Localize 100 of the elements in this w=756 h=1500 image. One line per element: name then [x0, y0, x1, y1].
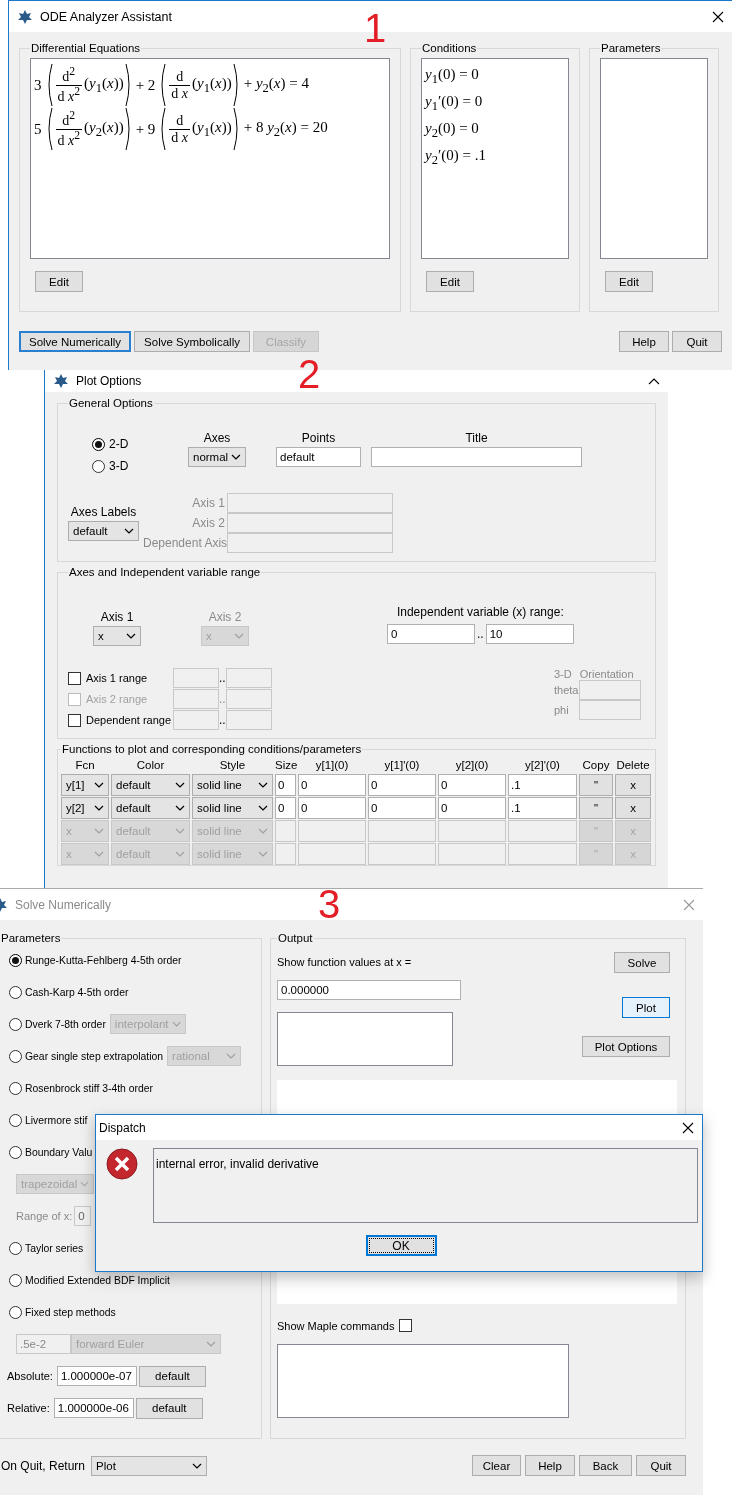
column-header: Color	[135, 758, 166, 773]
input-field[interactable]: .1	[508, 797, 577, 819]
input-field[interactable]	[173, 668, 219, 688]
input-field[interactable]	[579, 700, 641, 720]
dropdown[interactable]: solid line	[192, 774, 273, 796]
radio-button[interactable]: Dverk 7-8th order	[9, 1017, 106, 1031]
input-field[interactable]	[227, 533, 393, 553]
dropdown[interactable]: normal	[188, 447, 246, 467]
chevron-icon[interactable]	[648, 377, 660, 385]
radio-button[interactable]: Rosenbrock stiff 3-4th order	[9, 1081, 154, 1095]
dropdown[interactable]: Plot	[91, 1455, 208, 1476]
input-field[interactable]: 0	[74, 1206, 92, 1226]
input-field[interactable]: 0	[298, 774, 366, 796]
action-button[interactable]: Quit	[636, 1455, 686, 1476]
input-field[interactable]	[227, 513, 393, 533]
caret-icon	[175, 805, 185, 811]
parenthesis-icon	[45, 63, 54, 107]
group-label: Axes and Independent variable range	[68, 566, 262, 578]
fraction-numerator: d$^{2}$	[61, 66, 77, 85]
column-header: Fcn	[74, 758, 96, 773]
copy-button[interactable]: "	[579, 774, 613, 796]
parenthesis-icon	[123, 107, 132, 151]
action-button[interactable]: Solve Symbolically	[134, 331, 250, 352]
dropdown[interactable]: y[1]	[61, 774, 109, 796]
action-button[interactable]: Back	[579, 1455, 632, 1476]
input-field[interactable]	[225, 710, 272, 730]
checkbox[interactable]: Dependent range	[68, 713, 171, 727]
input-field[interactable]	[173, 689, 219, 709]
caret-icon	[126, 633, 136, 639]
fraction-denominator: d x	[169, 128, 191, 145]
input-field[interactable]: 0	[438, 774, 506, 796]
group-label: Parameters	[600, 42, 662, 54]
action-button[interactable]: Clear	[472, 1455, 521, 1476]
window-title: ODE Analyzer Assistant	[40, 9, 172, 24]
caret-icon	[175, 828, 185, 834]
input-field[interactable]: 0	[387, 624, 475, 644]
input-field[interactable]	[225, 689, 272, 709]
radio-button[interactable]: 2-D	[92, 437, 152, 451]
field-label: Independent variable (x) range:	[396, 605, 564, 619]
default-button[interactable]: default	[135, 1397, 203, 1419]
delete-button[interactable]: x	[615, 797, 651, 819]
action-button[interactable]: Help	[619, 331, 669, 352]
input-field[interactable]	[225, 668, 272, 688]
close-icon[interactable]	[712, 10, 724, 23]
dropdown[interactable]: solid line	[192, 797, 273, 819]
checkbox[interactable]: Axis 1 range	[68, 671, 171, 685]
column-header: y[2]'(0)	[524, 758, 561, 773]
dropdown[interactable]: default	[111, 774, 190, 796]
radio-button[interactable]: Fixed step methods	[9, 1305, 116, 1319]
copy-button[interactable]: "	[579, 797, 613, 819]
input-field[interactable]: .1	[508, 774, 577, 796]
math-text: (y$_{1}$(x))	[192, 74, 232, 96]
radio-button[interactable]: Modified Extended BDF Implicit	[9, 1273, 170, 1287]
default-button[interactable]: default	[138, 1365, 206, 1387]
radio-button[interactable]: Taylor series	[9, 1241, 84, 1255]
input-field[interactable]: 0	[368, 797, 436, 819]
action-button[interactable]: Plot	[622, 997, 670, 1018]
action-button[interactable]: Solve Numerically	[19, 331, 131, 352]
math-text: + y$_{2}$(x) = 4	[243, 74, 309, 96]
input-field[interactable]: 0	[438, 797, 506, 819]
field-label: theta	[554, 684, 579, 696]
input-field[interactable]	[173, 710, 219, 730]
dropdown[interactable]: default	[68, 521, 139, 541]
radio-button[interactable]: Gear single step extrapolation	[9, 1049, 164, 1063]
input-field[interactable]	[371, 447, 582, 467]
input-field[interactable]: default	[276, 447, 361, 467]
edit-button[interactable]: Edit	[605, 271, 653, 292]
dropdown[interactable]: y[2]	[61, 797, 109, 819]
edit-button[interactable]: Edit	[426, 271, 474, 292]
input-field[interactable]: 0	[275, 774, 296, 796]
input-field[interactable]: 0	[368, 774, 436, 796]
radio-button[interactable]: Boundary Valu	[9, 1145, 93, 1159]
condition-text: y$_{1}$(0) = 0	[425, 65, 480, 88]
dropdown[interactable]: x	[93, 626, 141, 646]
radio-button[interactable]: Cash-Karp 4-5th order	[9, 985, 129, 999]
input-field[interactable]: 1.000000e-07	[56, 1366, 137, 1386]
input-field[interactable]	[227, 493, 393, 513]
radio-button[interactable]: Livermore stif	[9, 1113, 88, 1127]
input-field[interactable]: 0	[298, 797, 366, 819]
action-button[interactable]: Help	[525, 1455, 575, 1476]
fraction-numerator: d	[175, 113, 185, 129]
action-button[interactable]: Quit	[672, 331, 722, 352]
ok-button[interactable]: OK	[365, 1235, 437, 1256]
dropdown[interactable]: default	[111, 797, 190, 819]
delete-button[interactable]: x	[615, 774, 651, 796]
parenthesis-icon	[45, 107, 54, 151]
input-field[interactable]	[579, 680, 641, 700]
input-field[interactable]: 1.000000e-06	[53, 1398, 134, 1418]
input-field[interactable]: 10	[485, 624, 574, 644]
action-button[interactable]: Solve	[614, 952, 670, 973]
caret-icon	[234, 633, 244, 639]
radio-button[interactable]: 3-D	[92, 459, 152, 473]
radio-button[interactable]: Runge-Kutta-Fehlberg 4-5th order	[9, 953, 182, 967]
action-button[interactable]: Plot Options	[582, 1036, 670, 1057]
input-field[interactable]: 0.000000	[277, 980, 461, 1000]
close-icon[interactable]	[682, 1121, 694, 1134]
input-field[interactable]: 0	[275, 797, 296, 819]
checkbox[interactable]: Show Maple commands	[277, 1319, 670, 1332]
field-label: Dependent Axis	[143, 535, 225, 552]
edit-button[interactable]: Edit	[35, 271, 83, 292]
